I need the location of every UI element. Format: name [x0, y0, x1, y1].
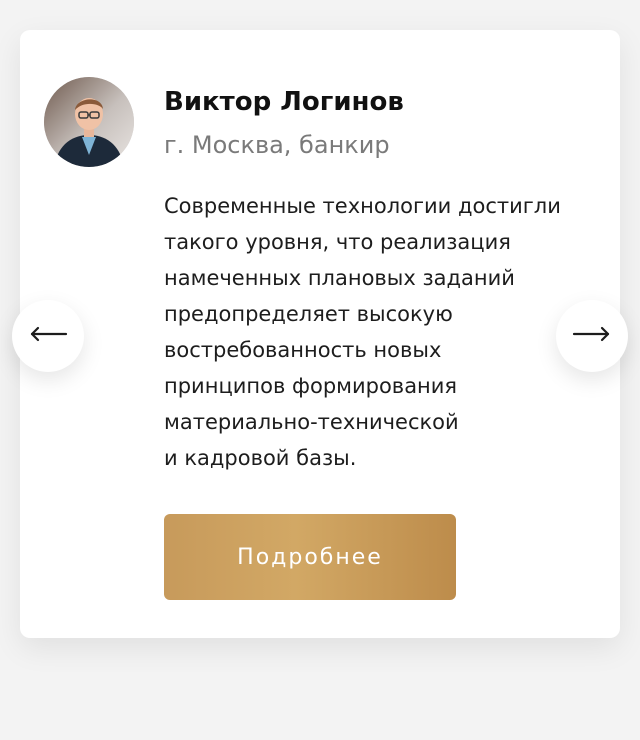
- quote-line: намеченных плановых заданий: [164, 266, 515, 290]
- more-button[interactable]: Подробнее: [164, 514, 456, 600]
- testimonial-card: Виктор Логинов г. Москва, банкир Совреме…: [12, 30, 628, 638]
- quote-line: Современные технологии достигли: [164, 194, 561, 218]
- quote-line: материально-технической: [164, 410, 459, 434]
- arrow-left-icon: [28, 324, 68, 348]
- quote-line: и кадровой базы.: [164, 446, 357, 470]
- testimonial-quote: Современные технологии достигли такого у…: [164, 188, 584, 476]
- testimonial-location-occupation: г. Москва, банкир: [164, 131, 390, 159]
- avatar: [44, 77, 134, 167]
- next-button[interactable]: [556, 300, 628, 372]
- arrow-right-icon: [572, 324, 612, 348]
- quote-line: предопределяет высокую: [164, 302, 453, 326]
- quote-line: востребованность новых: [164, 338, 442, 362]
- more-button-label: Подробнее: [237, 544, 383, 570]
- quote-line: такого уровня, что реализация: [164, 230, 511, 254]
- testimonial-name: Виктор Логинов: [164, 87, 404, 117]
- prev-button[interactable]: [12, 300, 84, 372]
- quote-line: принципов формирования: [164, 374, 458, 398]
